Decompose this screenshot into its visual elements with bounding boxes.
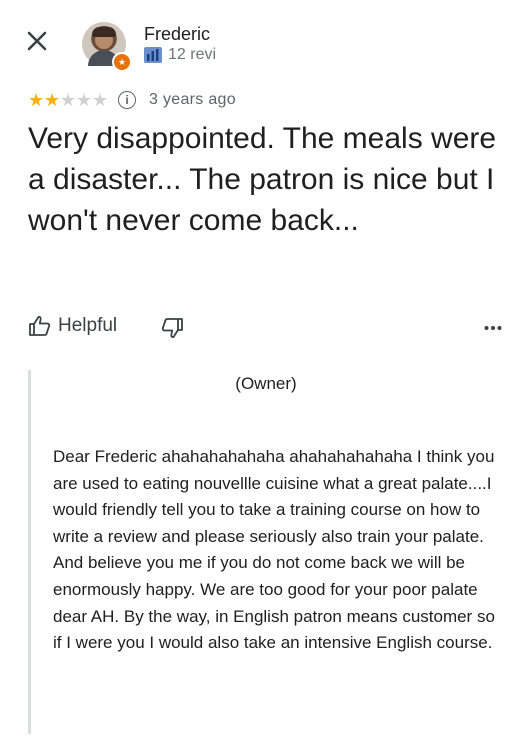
more-horizontal-icon xyxy=(484,326,502,330)
author-name[interactable]: Frederic xyxy=(144,24,210,45)
owner-reply: (Owner) Dear Frederic ahahahahahaha ahah… xyxy=(28,370,501,734)
local-guide-icon xyxy=(144,47,162,63)
local-guide-star-icon: ★ xyxy=(112,52,132,72)
review-time: 3 years ago xyxy=(149,91,236,108)
review-actions: Helpful xyxy=(28,314,502,344)
avatar-hair xyxy=(92,27,116,37)
avatar[interactable]: ★ xyxy=(82,22,132,72)
not-helpful-button[interactable] xyxy=(160,316,184,345)
star-icon: ★ xyxy=(92,90,109,110)
star-icon: ★ xyxy=(60,90,77,110)
owner-reply-text: Dear Frederic ahahahahahaha ahahahahahah… xyxy=(53,447,495,653)
rating-row: ★ ★ ★ ★ ★ i 3 years ago xyxy=(28,89,236,111)
helpful-button[interactable]: Helpful xyxy=(28,314,117,338)
owner-label: (Owner) xyxy=(235,374,297,393)
star-icon: ★ xyxy=(28,90,45,110)
star-icon: ★ xyxy=(44,90,61,110)
close-icon xyxy=(27,31,47,51)
helpful-label: Helpful xyxy=(58,315,118,336)
author-meta: 12 revi xyxy=(144,46,216,64)
review-count: 12 revi xyxy=(168,46,217,63)
close-button[interactable] xyxy=(22,26,52,56)
review-text: Very disappointed. The meals were a disa… xyxy=(28,122,497,237)
thumbs-up-icon xyxy=(29,316,51,336)
star-icon: ★ xyxy=(76,90,93,110)
info-icon[interactable]: i xyxy=(118,91,136,109)
thumbs-down-icon xyxy=(161,318,183,338)
more-options-button[interactable] xyxy=(484,318,502,336)
